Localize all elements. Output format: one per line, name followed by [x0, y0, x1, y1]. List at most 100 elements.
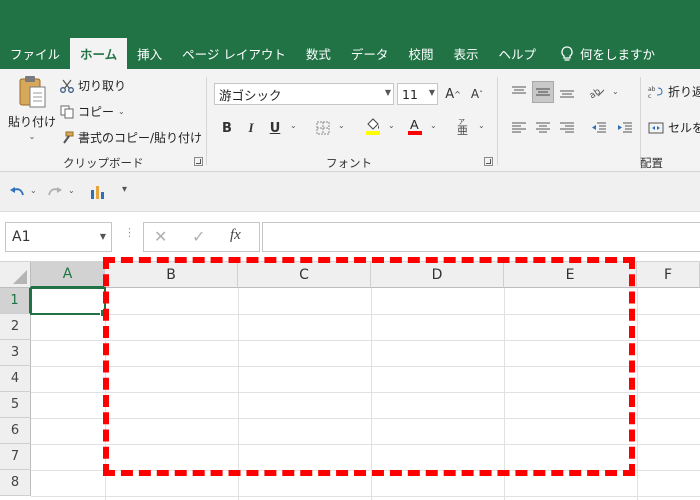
- underline-caret-icon[interactable]: ⌄: [290, 121, 297, 130]
- orientation-caret-icon[interactable]: ⌄: [612, 87, 619, 96]
- align-center-icon: [536, 122, 550, 133]
- group-divider: [497, 77, 498, 165]
- undo-button[interactable]: [6, 181, 28, 203]
- alignment-group-label: 配置: [640, 156, 663, 170]
- wrap-text-button[interactable]: ab c 折り返: [648, 83, 700, 100]
- redo-icon: [48, 187, 62, 196]
- svg-text:c: c: [648, 93, 651, 99]
- copy-button[interactable]: コピー ⌄: [60, 103, 125, 120]
- row-header-5[interactable]: 5: [0, 392, 31, 418]
- font-group-label: フォント: [326, 156, 372, 170]
- formula-bar: A1 ▼ ⋮ ✕ ✓ fx: [0, 212, 700, 262]
- redo-button[interactable]: [44, 181, 66, 203]
- row-header-1[interactable]: 1: [0, 288, 31, 314]
- align-middle-button[interactable]: [532, 81, 554, 103]
- column-header-f[interactable]: F: [637, 262, 700, 288]
- copy-icon: [60, 105, 74, 118]
- undo-caret-icon[interactable]: ⌄: [30, 186, 37, 195]
- phonetic-guide-button[interactable]: ア 亜: [452, 115, 474, 137]
- font-name-combo[interactable]: 游ゴシック ▼: [214, 83, 394, 105]
- row-header-3[interactable]: 3: [0, 340, 31, 366]
- clipboard-group-label: クリップボード: [63, 156, 144, 170]
- font-color-icon: A: [408, 117, 422, 135]
- quick-access-toolbar: ⌄ ⌄ ▾: [0, 172, 700, 212]
- font-launcher-icon[interactable]: [484, 157, 493, 166]
- orientation-button[interactable]: ab: [586, 81, 608, 103]
- borders-icon: [316, 121, 330, 135]
- format-painter-button[interactable]: 書式のコピー/貼り付け: [60, 129, 202, 146]
- merge-center-button[interactable]: セルを: [648, 119, 700, 136]
- tab-view[interactable]: 表示: [443, 38, 488, 69]
- paste-button[interactable]: 貼り付け ⌄: [8, 75, 56, 151]
- align-left-button[interactable]: [508, 117, 530, 139]
- font-color-caret-icon[interactable]: ⌄: [430, 121, 437, 130]
- highlight-annotation: [103, 257, 635, 476]
- name-box[interactable]: A1 ▼: [5, 222, 112, 252]
- column-header-a[interactable]: A: [31, 262, 105, 288]
- increase-indent-button[interactable]: [614, 117, 636, 139]
- decrease-indent-button[interactable]: [588, 117, 610, 139]
- tell-me-search[interactable]: 何をしますか: [546, 38, 665, 69]
- align-top-button[interactable]: [508, 81, 530, 103]
- tab-data[interactable]: データ: [341, 38, 399, 69]
- row-header-7[interactable]: 7: [0, 444, 31, 470]
- align-top-icon: [512, 86, 526, 94]
- clipboard-launcher-icon[interactable]: [194, 157, 203, 166]
- row-header-2[interactable]: 2: [0, 314, 31, 340]
- active-cell-a1[interactable]: [30, 287, 108, 317]
- row-header-6[interactable]: 6: [0, 418, 31, 444]
- select-all-button[interactable]: [0, 262, 31, 288]
- lightbulb-icon: [561, 45, 573, 61]
- borders-button[interactable]: [312, 117, 334, 139]
- fill-color-caret-icon[interactable]: ⌄: [388, 121, 395, 130]
- align-right-button[interactable]: [556, 117, 578, 139]
- cancel-icon[interactable]: ✕: [154, 227, 167, 246]
- copy-label: コピー: [78, 105, 115, 119]
- redo-caret-icon[interactable]: ⌄: [68, 186, 75, 195]
- phonetic-icon: ア 亜: [457, 118, 468, 135]
- fill-color-button[interactable]: [362, 115, 384, 137]
- italic-button[interactable]: I: [240, 117, 262, 139]
- align-bottom-icon: [560, 90, 574, 98]
- font-size-combo[interactable]: 11 ▼: [397, 83, 438, 105]
- align-bottom-button[interactable]: [556, 81, 578, 103]
- name-box-value: A1: [12, 229, 31, 245]
- undo-icon: [10, 187, 24, 196]
- customize-qat-icon[interactable]: ▾: [122, 184, 127, 195]
- increase-font-size-button[interactable]: A ^: [442, 83, 464, 105]
- decrease-indent-icon: [592, 122, 606, 133]
- group-divider: [206, 77, 207, 165]
- align-center-button[interactable]: [532, 117, 554, 139]
- cut-button[interactable]: 切り取り: [60, 77, 126, 94]
- decrease-font-size-button[interactable]: Aˇ: [466, 83, 488, 105]
- ribbon-tab-bar: ファイル ホーム 挿入 ページ レイアウト 数式 データ 校閲 表示 ヘルプ 何…: [0, 0, 700, 69]
- tab-help[interactable]: ヘルプ: [488, 38, 546, 69]
- bold-button[interactable]: B: [216, 117, 238, 139]
- row-header-4[interactable]: 4: [0, 366, 31, 392]
- tab-home[interactable]: ホーム: [70, 38, 128, 69]
- svg-text:ab: ab: [648, 86, 656, 93]
- underline-button[interactable]: U: [264, 117, 286, 139]
- tab-page-layout[interactable]: ページ レイアウト: [172, 38, 296, 69]
- copy-caret-icon: ⌄: [118, 107, 125, 116]
- paste-caret-icon: ⌄: [28, 132, 36, 141]
- insert-function-icon[interactable]: fx: [230, 227, 241, 244]
- ribbon-tabs: ファイル ホーム 挿入 ページ レイアウト 数式 データ 校閲 表示 ヘルプ 何…: [0, 38, 665, 69]
- formula-input[interactable]: [262, 222, 700, 252]
- tab-file[interactable]: ファイル: [0, 38, 70, 69]
- svg-text:A: A: [410, 117, 419, 132]
- phonetic-caret-icon[interactable]: ⌄: [478, 121, 485, 130]
- group-divider: [640, 77, 641, 165]
- font-color-button[interactable]: A: [404, 115, 426, 137]
- enter-icon[interactable]: ✓: [192, 227, 205, 246]
- paste-label: 貼り付け: [8, 115, 57, 129]
- tab-formulas[interactable]: 数式: [296, 38, 341, 69]
- row-header-8[interactable]: 8: [0, 470, 31, 496]
- chart-button[interactable]: [86, 181, 108, 203]
- ribbon: 貼り付け ⌄ 切り取り コピー ⌄ 書式のコピー/貼り付け クリップボード 游ゴ…: [0, 69, 700, 172]
- align-middle-icon: [536, 88, 550, 96]
- increase-indent-icon: [618, 122, 632, 133]
- borders-caret-icon[interactable]: ⌄: [338, 121, 345, 130]
- tab-review[interactable]: 校閲: [398, 38, 443, 69]
- tab-insert[interactable]: 挿入: [127, 38, 172, 69]
